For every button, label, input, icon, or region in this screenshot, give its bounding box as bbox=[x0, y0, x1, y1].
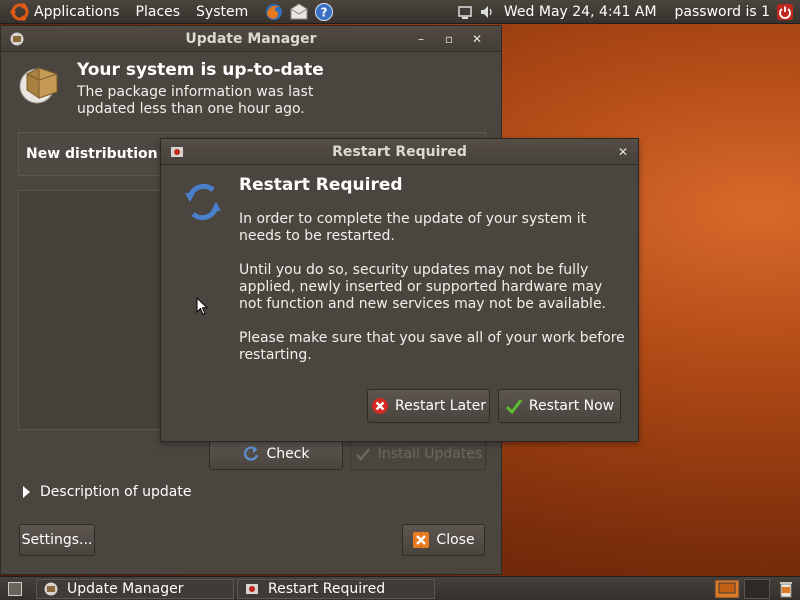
ubuntu-logo-icon[interactable] bbox=[10, 2, 30, 22]
taskbar-item-restart-required[interactable]: Restart Required bbox=[237, 578, 435, 599]
restart-now-label: Restart Now bbox=[528, 398, 615, 414]
panel-tray: Wed May 24, 4:41 AM password is 1 bbox=[456, 0, 800, 24]
install-updates-label: Install Updates bbox=[377, 446, 483, 462]
dialog-body: Restart Required In order to complete th… bbox=[239, 175, 629, 381]
volume-icon[interactable] bbox=[478, 3, 496, 21]
restart-icon bbox=[185, 183, 221, 221]
dialog-paragraph-1: In order to complete the update of your … bbox=[239, 211, 587, 244]
check-button[interactable]: Check bbox=[209, 438, 343, 470]
workspace-1-icon[interactable] bbox=[714, 579, 740, 599]
status-description: The package information was last updated… bbox=[77, 84, 314, 117]
restart-later-label: Restart Later bbox=[394, 398, 486, 414]
dialog-paragraph-2: Until you do so, security updates may no… bbox=[239, 262, 607, 312]
close-icon bbox=[413, 532, 430, 548]
menu-applications[interactable]: Applications bbox=[34, 4, 120, 20]
network-icon[interactable] bbox=[456, 3, 474, 21]
check-label: Check bbox=[266, 446, 310, 462]
window-controls: – ▫ ✕ bbox=[407, 32, 491, 46]
cancel-icon bbox=[371, 398, 388, 414]
help-icon[interactable]: ? bbox=[314, 2, 334, 22]
restart-required-dialog: Restart Required ✕ Restart Required In o… bbox=[160, 138, 639, 442]
status-title: Your system is up-to-date bbox=[77, 60, 324, 80]
user-switcher[interactable]: password is 1 bbox=[675, 4, 770, 20]
close-window-button[interactable]: ✕ bbox=[463, 32, 491, 46]
taskbar-item-update-manager[interactable]: Update Manager bbox=[36, 578, 234, 599]
checkmark-icon bbox=[505, 399, 523, 415]
taskbar-item-label: Restart Required bbox=[268, 580, 386, 597]
trash-icon[interactable] bbox=[776, 579, 796, 599]
settings-label: Settings... bbox=[21, 532, 93, 548]
restart-now-button[interactable]: Restart Now bbox=[498, 389, 621, 423]
settings-button[interactable]: Settings... bbox=[19, 524, 95, 556]
description-expander[interactable]: Description of update bbox=[23, 484, 191, 500]
mail-icon[interactable] bbox=[289, 2, 309, 22]
description-label: Description of update bbox=[40, 484, 192, 500]
dialog-paragraph-3: Please make sure that you save all of yo… bbox=[239, 330, 625, 363]
minimize-button[interactable]: – bbox=[407, 32, 435, 46]
dialog-titlebar[interactable]: Restart Required ✕ bbox=[161, 139, 638, 165]
expander-arrow-icon bbox=[23, 486, 30, 498]
show-desktop-icon[interactable] bbox=[8, 581, 22, 596]
restart-dialog-icon bbox=[246, 583, 258, 594]
clock[interactable]: Wed May 24, 4:41 AM bbox=[504, 4, 657, 20]
checkmark-icon bbox=[355, 448, 370, 461]
dialog-title: Restart Required bbox=[332, 143, 467, 160]
software-update-icon bbox=[19, 67, 58, 104]
menu-places[interactable]: Places bbox=[136, 4, 181, 20]
bottom-panel: Update Manager Restart Required bbox=[0, 576, 800, 600]
update-manager-icon bbox=[10, 32, 24, 45]
close-label: Close bbox=[436, 532, 475, 548]
update-manager-titlebar[interactable]: Update Manager – ▫ ✕ bbox=[1, 26, 501, 52]
status-text: Your system is up-to-date The package in… bbox=[77, 60, 337, 118]
maximize-button[interactable]: ▫ bbox=[435, 32, 463, 46]
top-panel: Applications Places System ? Wed May 24,… bbox=[0, 0, 800, 24]
dialog-heading: Restart Required bbox=[239, 175, 403, 195]
install-updates-button[interactable]: Install Updates bbox=[350, 438, 486, 470]
close-button[interactable]: Close bbox=[402, 524, 485, 556]
taskbar-item-label: Update Manager bbox=[67, 580, 184, 597]
mouse-cursor-icon bbox=[196, 297, 208, 316]
update-manager-icon bbox=[44, 582, 58, 595]
power-icon[interactable] bbox=[776, 3, 794, 21]
status-header: Your system is up-to-date The package in… bbox=[17, 60, 337, 118]
workspace-2-icon[interactable] bbox=[744, 578, 770, 599]
dialog-close-button[interactable]: ✕ bbox=[618, 145, 628, 159]
refresh-icon bbox=[244, 446, 259, 461]
dialog-title-icon bbox=[171, 146, 183, 157]
main-menu: Applications Places System ? bbox=[0, 0, 339, 24]
svg-text:?: ? bbox=[321, 5, 328, 19]
menu-system[interactable]: System bbox=[196, 4, 248, 20]
restart-later-button[interactable]: Restart Later bbox=[367, 389, 490, 423]
firefox-icon[interactable] bbox=[264, 2, 284, 22]
